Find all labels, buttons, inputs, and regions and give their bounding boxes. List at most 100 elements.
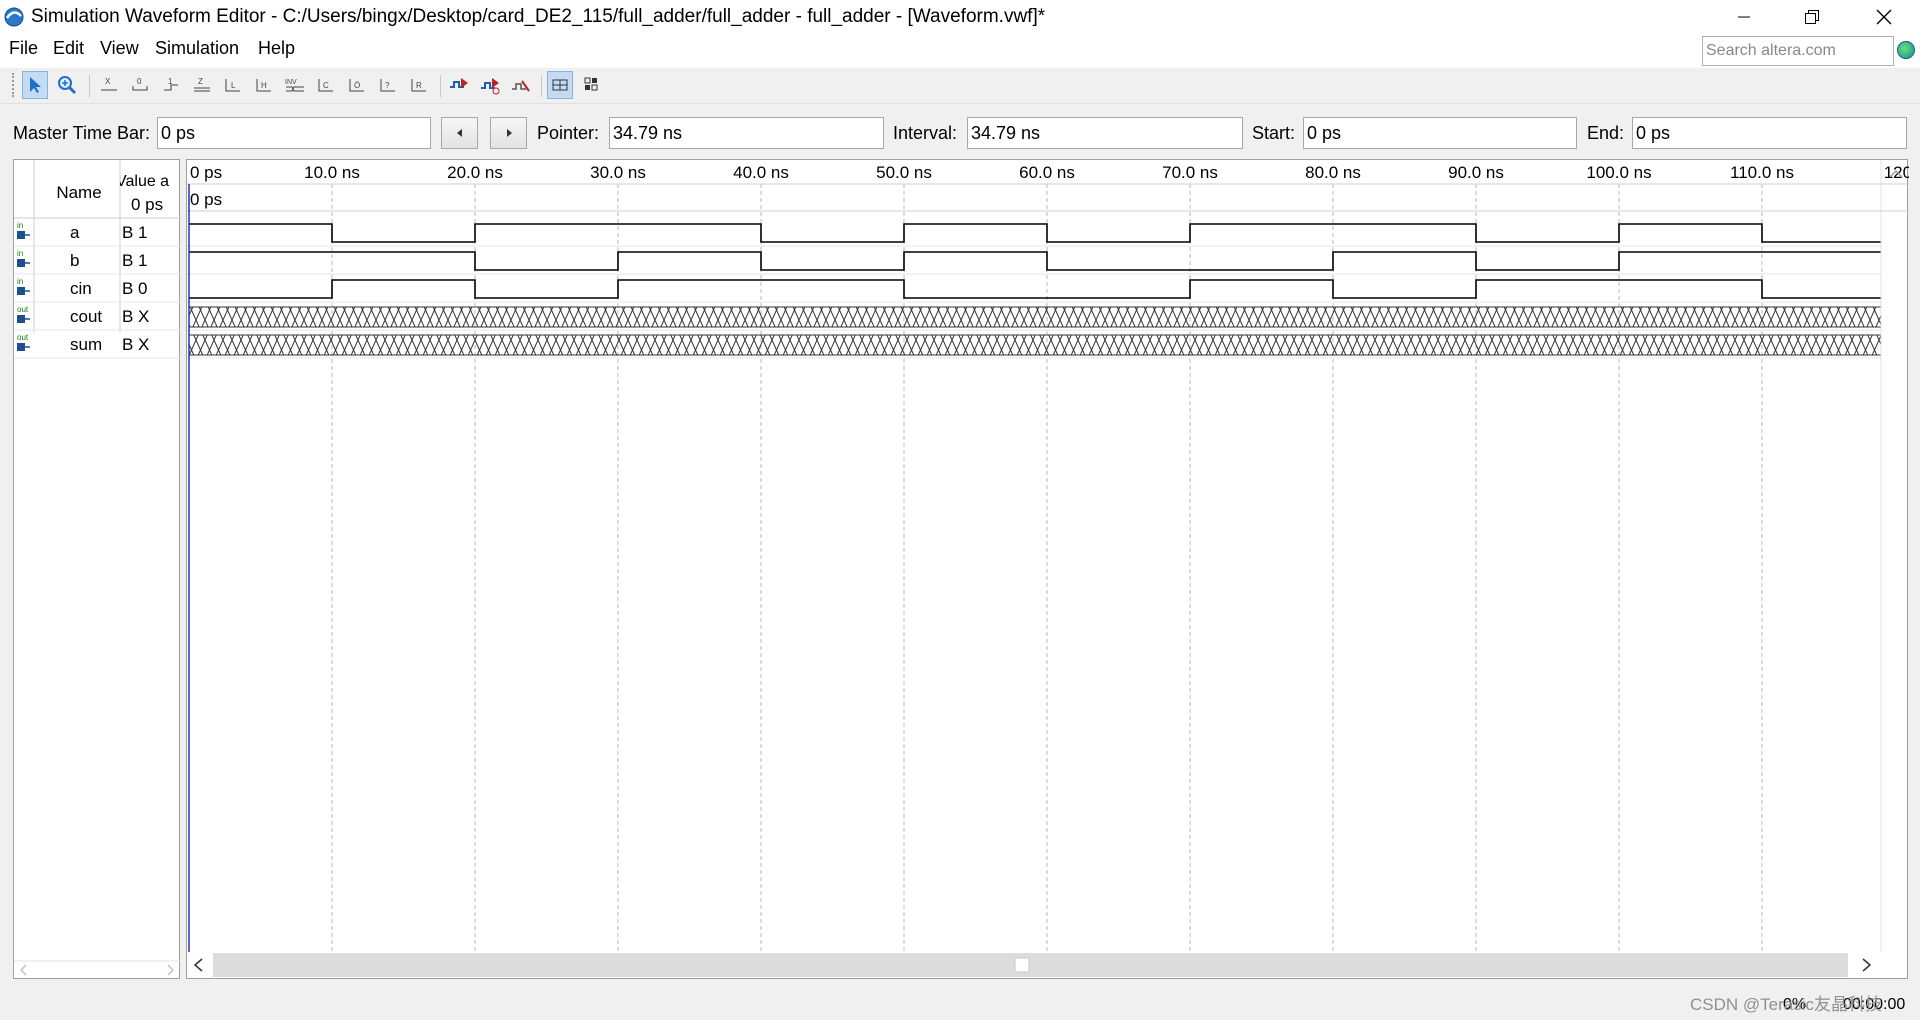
clock-icon: Ö: [349, 79, 364, 92]
toolbar-grip: [12, 73, 15, 97]
toolbar-separator: [541, 75, 542, 97]
functional-simulation-icon: [450, 78, 468, 88]
end-label: End:: [1587, 123, 1625, 143]
horizontal-scrollbar-thumb[interactable]: [1014, 957, 1030, 973]
signal-value: B 0: [122, 279, 148, 298]
random-icon: ?: [380, 79, 395, 92]
waveform-a[interactable]: [189, 223, 1881, 243]
svg-text:in: in: [17, 277, 23, 286]
master-time-bar-field[interactable]: 0 ps: [157, 117, 431, 149]
signal-row[interactable]: in b B 1: [14, 249, 181, 275]
count-value-button[interactable]: C: [313, 71, 339, 99]
svg-text:H: H: [261, 81, 267, 90]
signal-name[interactable]: cin: [70, 279, 92, 298]
signal-name[interactable]: a: [70, 223, 80, 242]
menu-help[interactable]: Help: [258, 38, 295, 59]
netlist-icon: [512, 80, 530, 92]
forcing-high-icon: 1: [164, 77, 178, 91]
signal-name[interactable]: cout: [70, 307, 102, 326]
waveform-cin[interactable]: [189, 279, 1881, 299]
run-timing-simulation-button[interactable]: [477, 71, 503, 99]
time-tick-label: 10.0 ns: [304, 163, 360, 182]
high-impedance-button[interactable]: Z: [189, 71, 215, 99]
value-column-header[interactable]: Value a: [116, 173, 169, 190]
time-tick-label: 110.0 ns: [1730, 163, 1794, 182]
window-title: Simulation Waveform Editor - C:/Users/bi…: [31, 6, 1046, 27]
name-column-header[interactable]: Name: [56, 183, 101, 202]
random-button[interactable]: ?: [375, 71, 401, 99]
waveform-b[interactable]: [189, 251, 1881, 271]
overwrite-value-button[interactable]: R: [406, 71, 432, 99]
run-functional-simulation-button[interactable]: [446, 71, 472, 99]
time-marker-label: 0 ps: [190, 190, 222, 209]
grid-icon: [584, 77, 598, 91]
zoom-tool-button[interactable]: [54, 71, 80, 99]
output-pin-icon: out: [17, 305, 30, 323]
zoom-icon: [58, 76, 77, 95]
menu-simulation[interactable]: Simulation: [155, 38, 239, 59]
input-pin-icon: in: [17, 221, 30, 239]
svg-text:INV: INV: [285, 79, 297, 86]
waveform-panel[interactable]: 0 ps 10.0 ns 20.0 ns 30.0 ns 40.0 ns 50.0 ns 6…: [186, 159, 1920, 980]
generate-netlist-button[interactable]: [508, 71, 534, 99]
signal-row[interactable]: in cin B 0: [14, 277, 181, 303]
toolbar-separator: [89, 75, 90, 97]
waveform-cout[interactable]: [189, 307, 1881, 327]
weak-high-icon: H: [256, 79, 271, 92]
close-button[interactable]: [1854, 0, 1914, 34]
pointer-tool-button[interactable]: [22, 71, 48, 99]
wave-scroll-right-icon[interactable]: [1862, 958, 1872, 972]
svg-text:R: R: [416, 81, 422, 90]
overwrite-value-icon: R: [411, 79, 426, 92]
invert-button[interactable]: INV: [282, 71, 308, 99]
value-time-label: 0 ps: [131, 195, 163, 214]
time-tick-label: 70.0 ns: [1162, 163, 1218, 182]
forcing-unknown-icon: X: [101, 77, 117, 91]
svg-text:in: in: [17, 221, 23, 230]
waveform-canvas[interactable]: 0 ps 10.0 ns 20.0 ns 30.0 ns 40.0 ns 50.0 ns 6…: [187, 160, 1920, 980]
pointer-field[interactable]: 34.79 ns: [609, 117, 884, 149]
forcing-high-button[interactable]: 1: [158, 71, 184, 99]
menu-file[interactable]: File: [9, 38, 38, 59]
signal-row[interactable]: in a B 1: [14, 221, 181, 247]
menu-edit[interactable]: Edit: [53, 38, 84, 59]
next-transition-button[interactable]: [490, 117, 527, 149]
menu-view[interactable]: View: [100, 38, 139, 59]
timing-simulation-icon: [481, 78, 500, 95]
start-field[interactable]: 0 ps: [1303, 117, 1577, 149]
signal-value: B 1: [122, 223, 148, 242]
interval-field[interactable]: 34.79 ns: [967, 117, 1243, 149]
horizontal-scrollbar-track[interactable]: [213, 953, 1848, 977]
minimize-button[interactable]: [1714, 0, 1774, 34]
snap-to-grid-button[interactable]: [547, 71, 573, 99]
scroll-right-icon[interactable]: [167, 964, 174, 976]
globe-icon[interactable]: [1897, 41, 1915, 59]
end-field[interactable]: 0 ps: [1632, 117, 1907, 149]
pointer-icon: [30, 77, 41, 93]
time-tick-label: 80.0 ns: [1305, 163, 1361, 182]
scroll-left-icon[interactable]: [20, 964, 27, 976]
weak-high-button[interactable]: H: [251, 71, 277, 99]
waveform-sum[interactable]: [189, 335, 1881, 355]
wave-scroll-left-icon[interactable]: [193, 958, 203, 972]
forcing-unknown-button[interactable]: X: [96, 71, 122, 99]
svg-text:in: in: [17, 249, 23, 258]
search-input[interactable]: Search altera.com: [1702, 36, 1894, 66]
signal-name[interactable]: sum: [70, 335, 102, 354]
time-tick-label: 60.0 ns: [1019, 163, 1075, 182]
signal-name[interactable]: b: [70, 251, 79, 270]
grid-button[interactable]: [579, 71, 605, 99]
clock-button[interactable]: Ö: [344, 71, 370, 99]
weak-low-button[interactable]: L: [220, 71, 246, 99]
time-tick-label: 40.0 ns: [733, 163, 789, 182]
signal-row[interactable]: out cout B X: [14, 305, 181, 331]
weak-low-icon: L: [225, 79, 240, 92]
high-impedance-icon: Z: [194, 77, 210, 92]
close-icon: [1876, 9, 1892, 25]
forcing-low-icon: 0: [132, 77, 148, 91]
previous-transition-button[interactable]: [441, 117, 478, 149]
signal-row[interactable]: out sum B X: [14, 333, 181, 359]
time-tick-label: 30.0 ns: [590, 163, 646, 182]
forcing-low-button[interactable]: 0: [127, 71, 153, 99]
restore-button[interactable]: [1782, 0, 1842, 34]
